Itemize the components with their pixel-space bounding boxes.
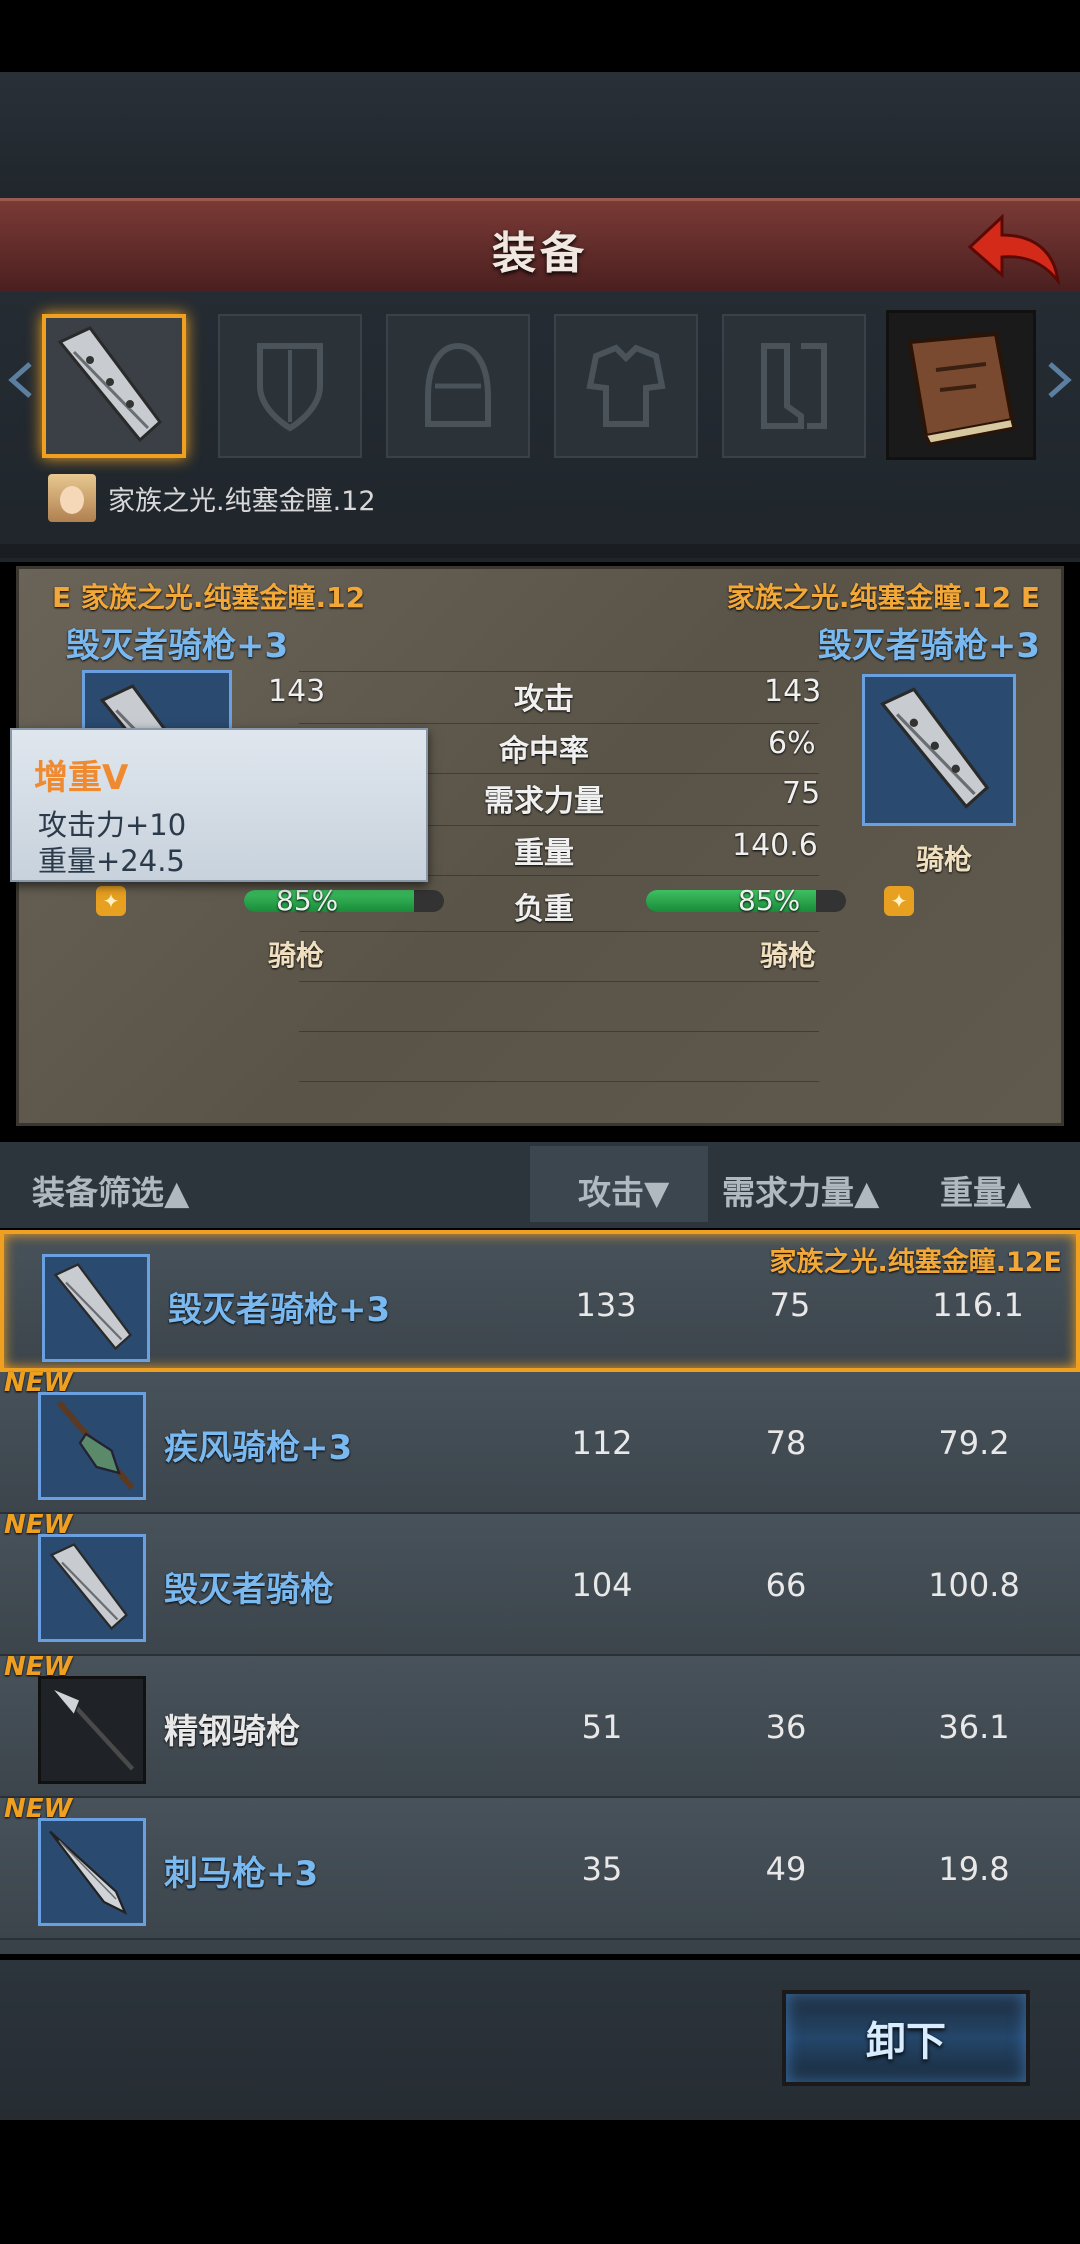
steel-lance-icon <box>50 1687 135 1771</box>
helmet-icon <box>425 342 491 427</box>
item-icon <box>38 1534 146 1642</box>
status-bar <box>0 0 1080 72</box>
left-item-name: 毁灭者骑枪+3 <box>66 626 289 666</box>
label-attack: 攻击 <box>514 682 574 717</box>
owner-row: 家族之光.纯塞金瞳.12 <box>48 474 376 522</box>
right-hit: 6% <box>768 726 816 761</box>
unequip-button[interactable]: 卸下 <box>782 1990 1030 2086</box>
item-attack: 104 <box>571 1566 633 1604</box>
list-item[interactable]: NEW 疾风骑枪+3 112 78 79.2 <box>0 1368 1080 1514</box>
item-icon <box>38 1818 146 1926</box>
right-item-name: 毁灭者骑枪+3 <box>817 626 1040 666</box>
divider <box>0 544 1080 558</box>
back-arrow-icon[interactable] <box>964 207 1064 287</box>
spear-icon <box>56 1400 135 1490</box>
lance-icon <box>57 326 163 443</box>
title-bar: 装备 <box>0 198 1080 296</box>
list-item[interactable]: NEW 刺马枪+3 35 49 19.8 <box>0 1794 1080 1940</box>
right-owner: 家族之光.纯塞金瞳.12 E <box>726 581 1040 614</box>
owner-name: 家族之光.纯塞金瞳.12 <box>108 485 376 517</box>
slot-boots[interactable] <box>722 314 866 458</box>
right-type: 骑枪 <box>760 939 817 972</box>
item-str: 66 <box>765 1566 807 1604</box>
filter-button[interactable]: 装备筛选▲ <box>32 1166 189 1214</box>
shield-icon <box>257 343 323 432</box>
right-item-icon <box>862 674 1016 826</box>
right-icon-label: 骑枪 <box>916 843 973 876</box>
left-type: 骑枪 <box>268 939 325 972</box>
item-list: 家族之光.纯塞金瞳.12E 毁灭者骑枪+3 133 75 116.1 NEW 疾… <box>0 1230 1080 1954</box>
right-str: 75 <box>782 776 821 811</box>
left-load: 85% <box>276 884 339 917</box>
slot-shield[interactable] <box>218 314 362 458</box>
pike-icon <box>49 1830 128 1915</box>
list-item[interactable]: NEW 毁灭者骑枪 104 66 100.8 <box>0 1510 1080 1656</box>
gem-icon: ✦ <box>884 886 914 916</box>
list-item[interactable]: 家族之光.纯塞金瞳.12E 毁灭者骑枪+3 133 75 116.1 <box>0 1230 1080 1372</box>
item-str: 75 <box>769 1286 811 1324</box>
item-name: 精钢骑枪 <box>164 1712 300 1752</box>
left-attack: 143 <box>268 674 326 709</box>
label-str: 需求力量 <box>484 784 604 819</box>
boots-icon <box>761 343 827 429</box>
item-weight: 36.1 <box>938 1708 1010 1746</box>
right-load: 85% <box>738 884 801 917</box>
avatar <box>48 474 96 522</box>
item-attack: 51 <box>581 1708 623 1746</box>
item-name: 疾风骑枪+3 <box>164 1428 353 1468</box>
right-weight: 140.6 <box>732 828 818 863</box>
item-weight: 79.2 <box>938 1424 1010 1462</box>
sort-str-button[interactable]: 需求力量▲ <box>722 1166 879 1214</box>
label-weight: 重量 <box>514 836 574 871</box>
header-frame <box>0 72 1080 200</box>
item-weight: 19.8 <box>938 1850 1010 1888</box>
label-load: 负重 <box>514 892 574 927</box>
gem-icon: ✦ <box>96 886 126 916</box>
item-str: 78 <box>765 1424 807 1462</box>
chevron-left-icon[interactable] <box>6 360 36 400</box>
tooltip-title: 增重V <box>34 758 129 798</box>
slot-armor[interactable] <box>554 314 698 458</box>
slot-book[interactable] <box>886 310 1036 460</box>
item-weight: 116.1 <box>932 1286 1024 1324</box>
item-attack: 35 <box>581 1850 623 1888</box>
item-icon <box>38 1392 146 1500</box>
item-str: 36 <box>765 1708 807 1746</box>
page-title: 装备 <box>492 228 588 279</box>
item-name: 毁灭者骑枪 <box>164 1570 334 1610</box>
armor-icon <box>586 344 666 427</box>
tooltip-line-2: 重量+24.5 <box>38 844 185 878</box>
item-weight: 100.8 <box>928 1566 1020 1604</box>
chevron-right-icon[interactable] <box>1044 360 1074 400</box>
slot-helmet[interactable] <box>386 314 530 458</box>
lance-icon <box>53 1263 133 1351</box>
sort-attack-button[interactable]: 攻击▼ <box>578 1166 669 1214</box>
list-item[interactable]: NEW 精钢骑枪 51 36 36.1 <box>0 1652 1080 1798</box>
item-owner: 家族之光.纯塞金瞳.12E <box>769 1247 1062 1278</box>
item-attack: 133 <box>575 1286 637 1324</box>
item-name: 刺马枪+3 <box>164 1854 319 1894</box>
label-hit: 命中率 <box>499 734 589 769</box>
item-str: 49 <box>765 1850 807 1888</box>
right-attack: 143 <box>764 674 822 709</box>
sort-weight-button[interactable]: 重量▲ <box>940 1166 1031 1214</box>
book-icon <box>907 331 1016 446</box>
lance-icon <box>49 1543 129 1631</box>
item-icon <box>38 1676 146 1784</box>
lance-icon <box>879 687 990 809</box>
enchant-tooltip: 增重V 攻击力+10 重量+24.5 <box>10 728 428 882</box>
left-owner: E 家族之光.纯塞金瞳.12 <box>52 581 366 614</box>
left-load-bar <box>244 890 444 912</box>
nav-bar <box>0 2120 1080 2244</box>
item-icon <box>42 1254 150 1362</box>
item-name: 毁灭者骑枪+3 <box>168 1290 391 1330</box>
slot-lance[interactable] <box>42 314 186 458</box>
item-attack: 112 <box>571 1424 633 1462</box>
